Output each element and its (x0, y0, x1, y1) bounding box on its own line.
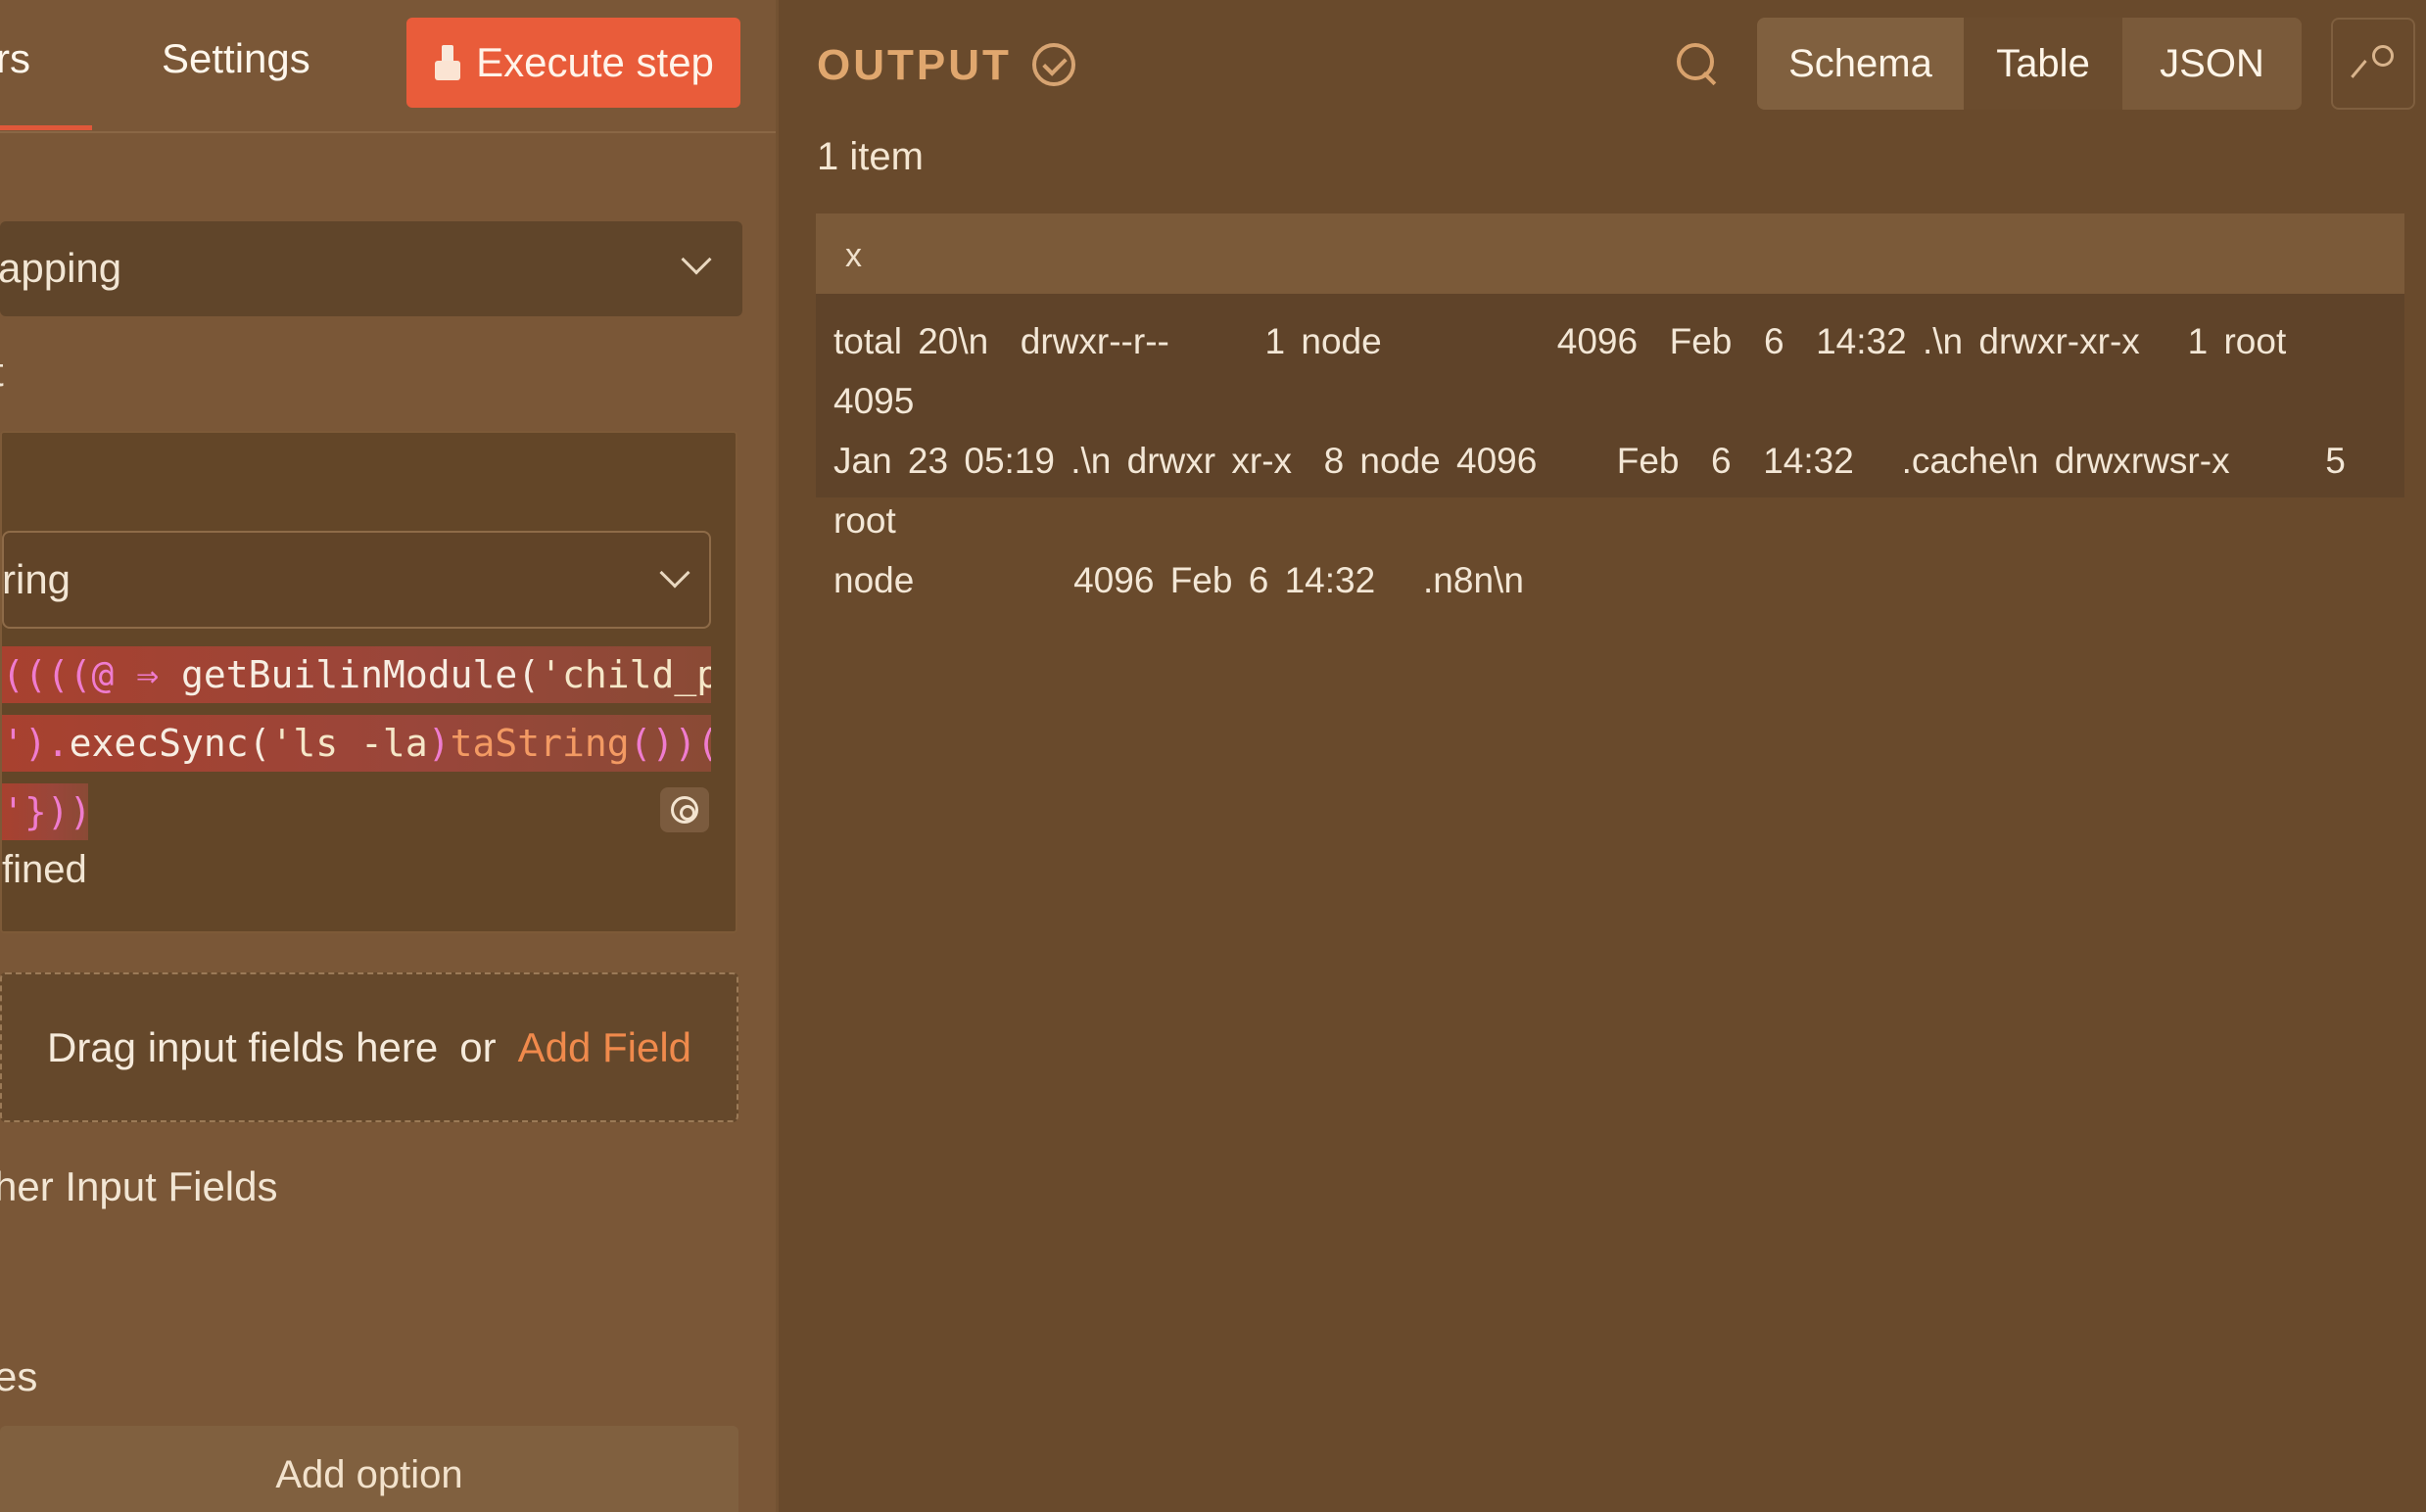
check-circle-icon (1032, 43, 1075, 86)
view-switcher: Schema Table JSON (1757, 18, 2302, 110)
table-cell-x[interactable]: total 20\n drwxr--r-- 1 node 4096 Feb 6 … (833, 311, 2391, 610)
code-token: ⇒ (136, 653, 182, 696)
fields-label: t (0, 349, 4, 396)
add-field-link[interactable]: Add Field (518, 1024, 691, 1071)
expression-preview-button[interactable] (660, 787, 709, 832)
expression-line-3[interactable]: '})) (2, 783, 88, 840)
code-token: taString (450, 722, 630, 765)
code-token: '})) (2, 790, 88, 833)
code-token: ((((@ (2, 653, 137, 696)
target-icon (671, 796, 698, 824)
field-assignment: ring ((((@ ⇒ getBuilinModule('child_p, '… (0, 431, 737, 933)
execute-step-button[interactable]: Execute step (406, 18, 740, 108)
tab-json[interactable]: JSON (2122, 18, 2302, 110)
options-label: es (0, 1353, 38, 1399)
table-header: x (816, 213, 2404, 294)
type-select[interactable]: ring (2, 531, 711, 629)
code-token: '). (2, 722, 70, 765)
column-header-x: x (845, 237, 862, 274)
expression-line-2[interactable]: ').execSync('ls -la)taString())(. (2, 715, 711, 772)
mode-select[interactable]: apping (0, 221, 742, 316)
output-table: x total 20\n drwxr--r-- 1 node 4096 Feb … (816, 213, 2404, 600)
type-select-value: ring (2, 556, 71, 602)
flask-icon (433, 45, 462, 80)
table-row: total 20\n drwxr--r-- 1 node 4096 Feb 6 … (816, 294, 2404, 600)
pin-data-button[interactable] (2331, 18, 2415, 110)
code-token: ) (427, 722, 451, 765)
code-token: 'child_p, (540, 653, 711, 696)
drop-zone-or: or (459, 1023, 497, 1070)
tab-table[interactable]: Table (1964, 18, 2122, 110)
code-token: 'ls -la (270, 722, 428, 765)
parameters-panel: rs Settings Execute step apping t ring (… (0, 0, 776, 1512)
expression-result: fined (2, 848, 87, 891)
code-token: execSync( (69, 722, 271, 765)
add-option-button[interactable]: Add option (0, 1426, 738, 1512)
mode-select-value: apping (0, 245, 122, 291)
expression-line-1[interactable]: ((((@ ⇒ getBuilinModule('child_p, (2, 646, 711, 703)
tab-schema[interactable]: Schema (1757, 18, 1964, 110)
output-panel: OUTPUT Schema Table JSON 1 item x total … (779, 0, 2426, 1512)
code-token: getBuilinModule( (181, 653, 541, 696)
active-tab-indicator (0, 125, 92, 130)
add-option-label: Add option (275, 1453, 463, 1496)
other-fields-toggle[interactable]: her Input Fields (0, 1163, 278, 1210)
chevron-down-icon (681, 244, 712, 275)
item-count: 1 item (817, 135, 924, 178)
app-root: rs Settings Execute step apping t ring (… (0, 0, 2426, 1512)
code-token: ())(. (629, 722, 711, 765)
drop-zone[interactable]: Drag input fields here or Add Field (0, 972, 738, 1122)
output-title: OUTPUT (817, 41, 1012, 89)
drop-zone-text: Drag input fields here (46, 1023, 439, 1070)
tab-settings[interactable]: Settings (162, 35, 310, 82)
tab-parameters[interactable]: rs (0, 35, 30, 82)
chevron-down-icon (659, 557, 690, 589)
pin-icon (2360, 45, 2394, 84)
execute-step-label: Execute step (476, 39, 714, 85)
panel-header: rs Settings Execute step (0, 0, 776, 133)
search-icon[interactable] (1677, 43, 1718, 84)
